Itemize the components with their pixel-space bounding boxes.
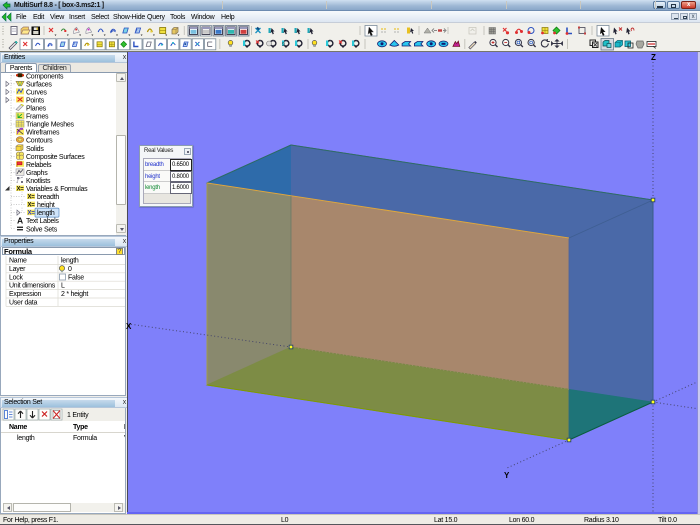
svg-text:length: length: [61, 258, 79, 265]
svg-text:Z: Z: [651, 53, 656, 62]
svg-text:L: L: [61, 283, 65, 290]
svg-text:Text Labels: Text Labels: [26, 218, 59, 225]
svg-text:Graphs: Graphs: [26, 170, 48, 177]
svg-text:X=: X=: [28, 202, 36, 208]
svg-text:False: False: [68, 274, 84, 281]
svg-text:length: length: [37, 210, 55, 217]
svg-text:Contours: Contours: [26, 138, 53, 145]
svg-text:Y: Y: [504, 471, 510, 480]
svg-text:Points: Points: [26, 97, 45, 104]
svg-text:1 Entity: 1 Entity: [67, 412, 89, 419]
svg-text:Solve Sets: Solve Sets: [26, 226, 58, 233]
svg-text:Components: Components: [26, 73, 64, 80]
svg-text:X=: X=: [28, 210, 36, 216]
svg-text:Frames: Frames: [26, 114, 49, 121]
svg-text:breadth: breadth: [37, 194, 59, 201]
svg-text:X=: X=: [17, 186, 25, 192]
svg-text:Triangle Meshes: Triangle Meshes: [26, 122, 74, 129]
svg-text:Expression: Expression: [9, 291, 41, 298]
svg-text:Curves: Curves: [26, 89, 47, 96]
svg-text:Unit dimensions: Unit dimensions: [9, 283, 56, 290]
svg-text:Layer: Layer: [9, 266, 26, 273]
svg-text:A: A: [17, 216, 23, 226]
svg-text:Knotlists: Knotlists: [26, 178, 51, 185]
svg-text:Lock: Lock: [9, 274, 24, 281]
svg-text:Composite Surfaces: Composite Surfaces: [26, 154, 85, 161]
svg-text:Name: Name: [9, 258, 27, 265]
svg-text:User data: User data: [9, 300, 37, 307]
svg-text:Relabels: Relabels: [26, 162, 52, 169]
svg-text:Planes: Planes: [26, 106, 47, 113]
svg-text:Wireframes: Wireframes: [26, 130, 60, 137]
svg-text:X=: X=: [28, 194, 36, 200]
svg-text:0: 0: [68, 266, 72, 273]
svg-text:Variables & Formulas: Variables & Formulas: [26, 186, 88, 193]
svg-text:Surfaces: Surfaces: [26, 81, 52, 88]
svg-text:Solids: Solids: [26, 146, 44, 153]
svg-text:2 * height: 2 * height: [61, 291, 88, 298]
